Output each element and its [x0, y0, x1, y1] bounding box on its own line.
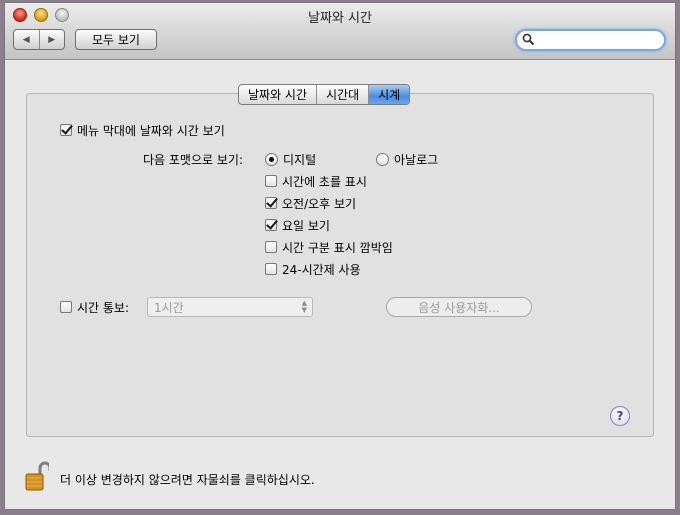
customize-voice-button[interactable]: 음성 사용자화...	[386, 297, 532, 317]
announce-interval-value: 1시간	[154, 300, 184, 315]
use-24-hour-label: 24-시간제 사용	[282, 262, 361, 277]
back-arrow-icon[interactable]: ◀	[14, 30, 39, 49]
show-ampm-label: 오전/오후 보기	[282, 196, 357, 211]
show-seconds-label: 시간에 초를 표시	[282, 174, 367, 189]
use-24-hour-checkbox[interactable]	[265, 263, 277, 275]
search-input[interactable]	[537, 32, 657, 48]
show-all-button[interactable]: 모두 보기	[75, 29, 157, 50]
digital-label: 디지털	[283, 152, 317, 167]
forward-arrow-icon[interactable]: ▶	[38, 30, 65, 49]
tab-date-time[interactable]: 날짜와 시간	[239, 85, 316, 104]
show-seconds-checkbox[interactable]	[265, 175, 277, 187]
analog-label: 아날로그	[394, 152, 439, 167]
announce-time-checkbox[interactable]	[60, 301, 72, 313]
format-row: 다음 포맷으로 보기:	[143, 151, 243, 167]
tab-clock[interactable]: 시계	[368, 85, 410, 104]
digital-radio[interactable]	[265, 152, 278, 166]
flash-separators-label: 시간 구분 표시 깜박임	[282, 240, 393, 255]
search-field[interactable]	[515, 29, 666, 51]
flash-separators-option[interactable]: 시간 구분 표시 깜박임	[265, 239, 393, 255]
help-button[interactable]: ?	[610, 406, 630, 426]
show-weekday-checkbox[interactable]	[265, 219, 277, 231]
title-bar: 날짜와 시간 ◀ ▶ 모두 보기	[5, 3, 675, 60]
show-ampm-option[interactable]: 오전/오후 보기	[265, 195, 356, 211]
lock-open-icon[interactable]	[25, 460, 49, 492]
announce-time-label: 시간 통보:	[77, 300, 130, 315]
menubar-checkbox[interactable]	[60, 124, 72, 136]
lock-message: 더 이상 변경하지 않으려면 자물쇠를 클릭하십시오.	[60, 473, 315, 487]
format-label: 다음 포맷으로 보기:	[143, 152, 243, 167]
stepper-arrows-icon: ▲ ▼	[301, 299, 307, 314]
announce-interval-select[interactable]: 1시간 ▲ ▼	[147, 297, 313, 317]
show-seconds-option[interactable]: 시간에 초를 표시	[265, 173, 367, 189]
tab-time-zone[interactable]: 시간대	[316, 85, 368, 104]
search-icon	[522, 33, 535, 46]
format-analog-option[interactable]: 아날로그	[376, 151, 438, 167]
flash-separators-checkbox[interactable]	[265, 241, 277, 253]
analog-radio[interactable]	[376, 152, 389, 166]
menubar-label: 메뉴 막대에 날짜와 시간 보기	[77, 123, 225, 138]
show-weekday-option[interactable]: 요일 보기	[265, 217, 330, 233]
show-weekday-label: 요일 보기	[282, 218, 330, 233]
menubar-option[interactable]: 메뉴 막대에 날짜와 시간 보기	[60, 122, 225, 138]
use-24-hour-option[interactable]: 24-시간제 사용	[265, 261, 361, 277]
format-digital-option[interactable]: 디지털	[265, 151, 316, 167]
back-forward-control: ◀ ▶	[13, 29, 65, 50]
window-title: 날짜와 시간	[308, 11, 372, 26]
tab-bar: 날짜와 시간 시간대 시계	[238, 84, 411, 105]
preferences-window: 날짜와 시간 ◀ ▶ 모두 보기 날짜와 시간 시간대 시계 메뉴 막대에 날짜…	[4, 2, 676, 510]
show-ampm-checkbox[interactable]	[265, 197, 277, 209]
announce-time-option[interactable]: 시간 통보:	[60, 299, 129, 315]
